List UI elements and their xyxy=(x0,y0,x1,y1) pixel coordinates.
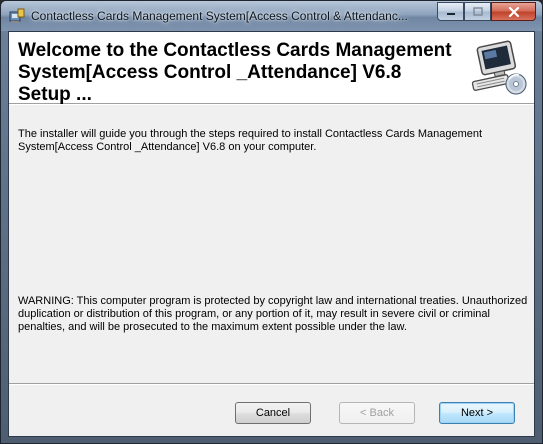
dialog-client-area: Welcome to the Contactless Cards Managem… xyxy=(8,31,535,437)
cancel-button[interactable]: Cancel xyxy=(235,402,311,424)
maximize-button[interactable] xyxy=(464,2,491,21)
back-button[interactable]: < Back xyxy=(339,402,415,424)
window-title: Contactless Cards Management System[Acce… xyxy=(31,9,408,23)
maximize-icon xyxy=(472,7,483,16)
minimize-button[interactable] xyxy=(437,2,464,21)
copyright-warning: WARNING: This computer program is protec… xyxy=(18,295,528,333)
close-button[interactable] xyxy=(491,2,536,21)
computer-setup-icon xyxy=(471,40,527,95)
minimize-icon xyxy=(446,12,455,15)
next-button[interactable]: Next > xyxy=(439,402,515,424)
banner-divider xyxy=(9,104,534,105)
close-icon xyxy=(508,6,519,17)
caption-buttons xyxy=(437,2,536,22)
button-area-separator xyxy=(9,383,534,385)
installer-icon xyxy=(9,8,25,23)
installer-window: Contactless Cards Management System[Acce… xyxy=(0,0,543,444)
intro-text: The installer will guide you through the… xyxy=(18,128,483,153)
welcome-heading: Welcome to the Contactless Cards Managem… xyxy=(18,40,452,105)
title-bar[interactable]: Contactless Cards Management System[Acce… xyxy=(1,1,542,31)
header-banner: Welcome to the Contactless Cards Managem… xyxy=(9,32,534,105)
